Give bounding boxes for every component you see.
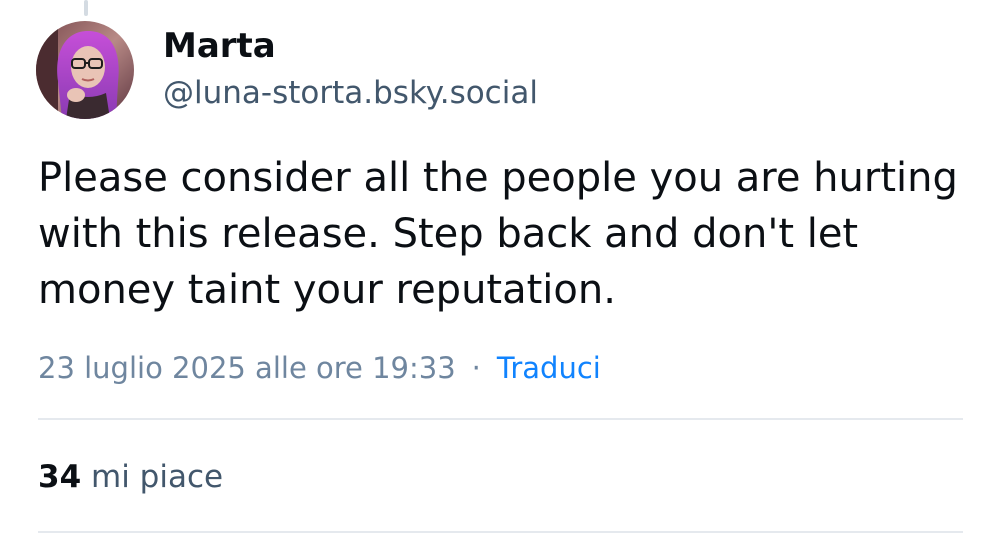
translate-link[interactable]: Traduci [497, 348, 601, 388]
author-display-name[interactable]: Marta [163, 24, 538, 68]
post-view: Marta @luna-storta.bsky.social Please co… [0, 0, 1000, 550]
post-body-text: Please consider all the people you are h… [38, 155, 958, 313]
likes-label: mi piace [91, 459, 224, 495]
divider [38, 418, 963, 420]
likes-count-link[interactable]: 34 mi piace [38, 456, 223, 498]
post-timestamp[interactable]: 23 luglio 2025 alle ore 19:33 [38, 348, 456, 388]
likes-count: 34 [38, 459, 82, 495]
thread-connector-line [84, 0, 88, 16]
post-meta: 23 luglio 2025 alle ore 19:33 · Traduci [38, 348, 601, 388]
avatar[interactable] [36, 21, 134, 119]
divider [38, 531, 963, 533]
author-handle[interactable]: @luna-storta.bsky.social [163, 68, 538, 118]
meta-separator: · [471, 351, 481, 385]
post-author: Marta @luna-storta.bsky.social [163, 24, 538, 118]
user-avatar-photo-icon [36, 21, 134, 119]
